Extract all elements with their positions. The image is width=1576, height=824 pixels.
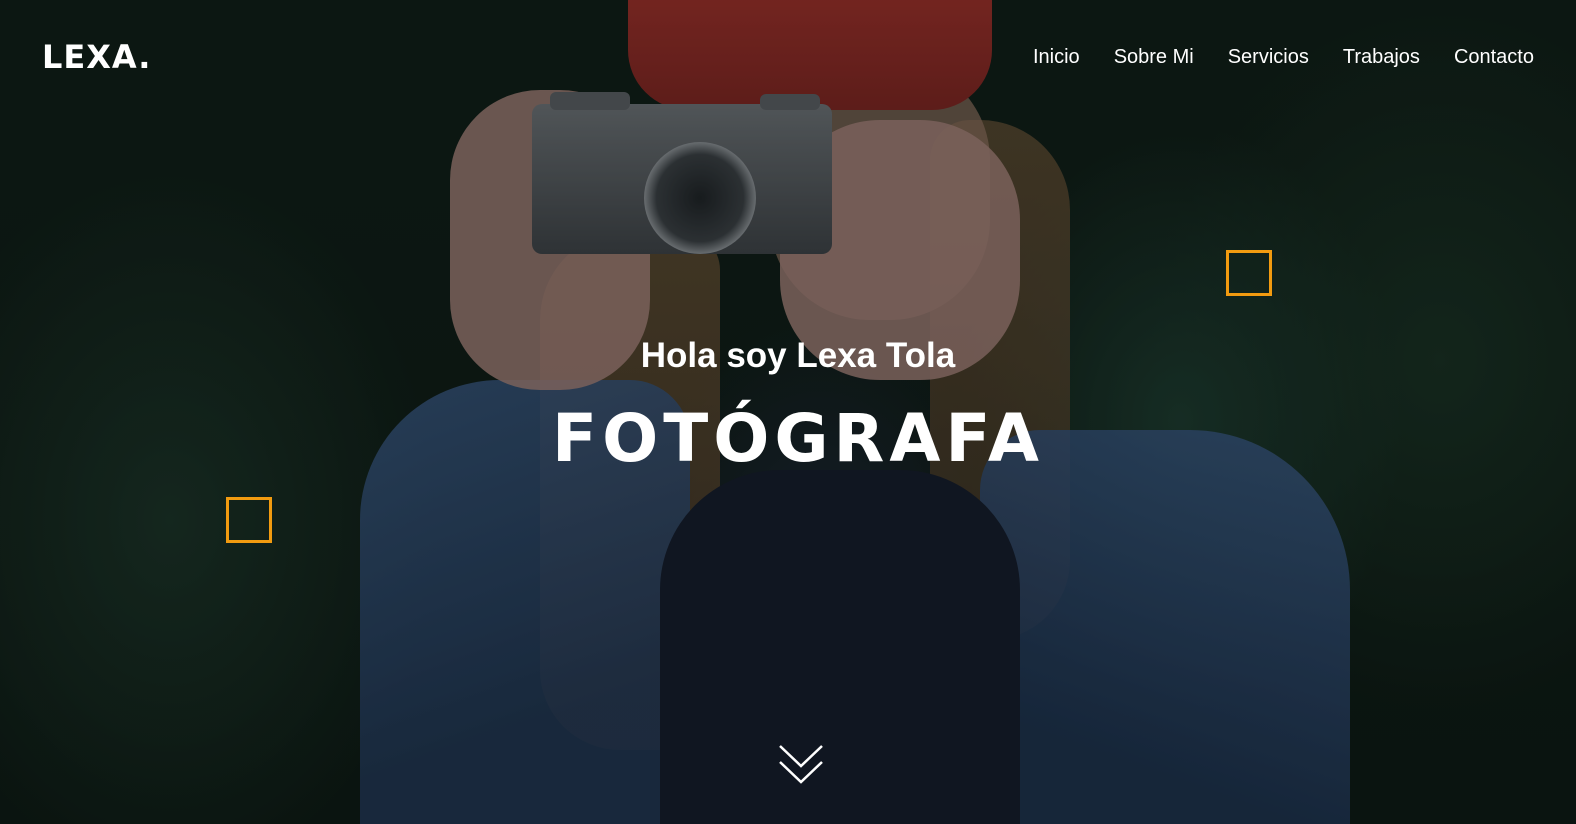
decorative-square-left [226, 497, 272, 543]
decorative-square-top-right [1226, 250, 1272, 296]
nav-item-inicio[interactable]: Inicio [1033, 46, 1080, 69]
nav-item-servicios[interactable]: Servicios [1228, 46, 1309, 69]
nav-item-contacto[interactable]: Contacto [1454, 46, 1534, 69]
nav-item-trabajos[interactable]: Trabajos [1343, 46, 1420, 69]
double-chevron-down-icon [779, 745, 823, 784]
nav-item-sobre-mi[interactable]: Sobre Mi [1114, 46, 1194, 69]
main-nav: Inicio Sobre Mi Servicios Trabajos Conta… [1033, 46, 1534, 69]
hero-title: FOTÓGRAFA [552, 400, 1044, 477]
site-logo[interactable]: LEXA. [42, 38, 151, 76]
hero-greeting: Hola soy Lexa Tola [640, 336, 956, 375]
hero-section: LEXA. Inicio Sobre Mi Servicios Trabajos… [0, 0, 1576, 824]
scroll-down-button[interactable] [778, 742, 824, 788]
